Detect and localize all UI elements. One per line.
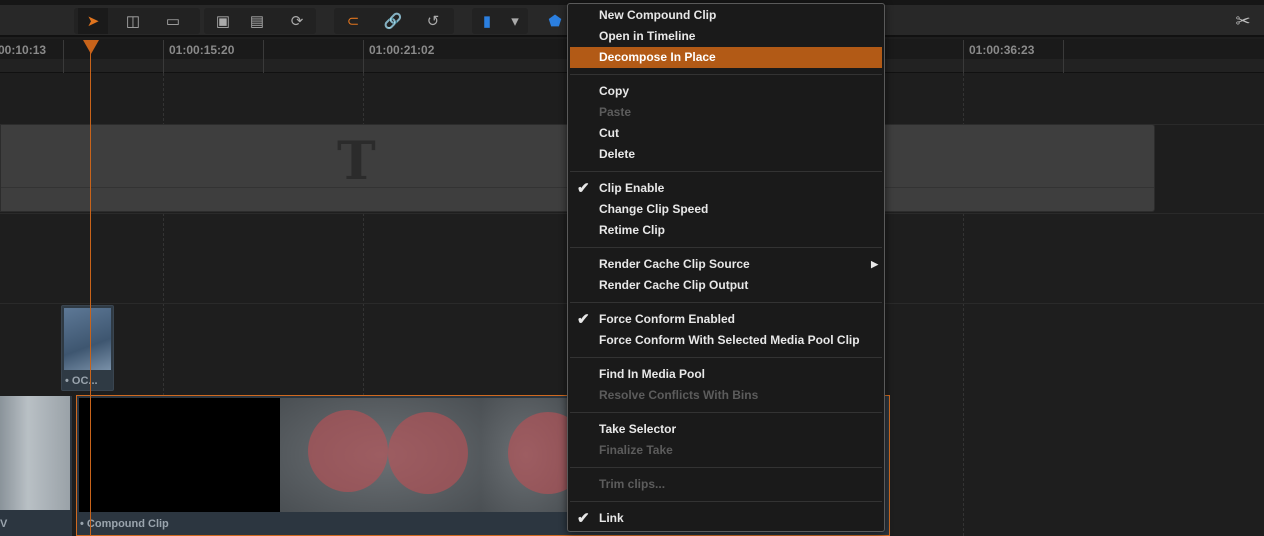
menu-item-render-cache-clip-output[interactable]: Render Cache Clip Output [570, 275, 882, 296]
menu-item-new-compound-clip[interactable]: New Compound Clip [570, 5, 882, 26]
clip-thumbnail [481, 398, 588, 512]
menu-item-find-in-media-pool[interactable]: Find In Media Pool [570, 364, 882, 385]
overwrite-clip-icon[interactable]: ▤ [242, 8, 272, 34]
menu-item-trim-clips[interactable]: Trim clips... [570, 474, 882, 495]
context-menu: New Compound Clip Open in Timeline Decompo… [567, 3, 885, 532]
menu-item-retime-clip[interactable]: Retime Clip [570, 220, 882, 241]
clip-thumbnail [79, 398, 280, 512]
timecode-label: 01:00:15:20 [169, 43, 235, 57]
linked-selection-icon[interactable]: 🔗 [378, 8, 408, 34]
menu-separator [570, 171, 882, 172]
insert-clip-icon[interactable]: ▣ [208, 8, 238, 34]
menu-separator [570, 302, 882, 303]
menu-item-clip-enable[interactable]: ✔ Clip Enable [570, 178, 882, 199]
menu-item-label: New Compound Clip [599, 8, 717, 22]
flag-icon[interactable]: ▮ [472, 8, 502, 34]
timecode-label: 00:10:13 [0, 43, 47, 57]
menu-item-decompose-in-place[interactable]: Decompose In Place [570, 47, 882, 68]
selection-arrow-icon[interactable]: ➤ [78, 8, 108, 34]
menu-item-label: Render Cache Clip Output [599, 278, 749, 292]
menu-item-cut[interactable]: Cut [570, 123, 882, 144]
trim-edit-icon[interactable]: ◫ [118, 8, 148, 34]
menu-separator [570, 74, 882, 75]
submenu-arrow-icon: ▶ [871, 259, 878, 269]
ruler-tick [1063, 40, 1064, 73]
menu-item-label: Paste [599, 105, 632, 119]
playhead-handle[interactable] [83, 40, 99, 54]
clip-thumbnail [280, 398, 481, 512]
ruler-tick [963, 40, 964, 73]
title-text-icon: T [337, 131, 376, 192]
loop-icon[interactable]: ↺ [418, 8, 448, 34]
menu-separator [570, 412, 882, 413]
checkmark-icon: ✔ [577, 510, 590, 527]
checkmark-icon: ✔ [577, 180, 590, 197]
menu-item-label: Take Selector [599, 422, 677, 436]
timecode-label: 01:00:21:02 [369, 43, 435, 57]
menu-item-label: Cut [599, 126, 619, 140]
menu-item-change-clip-speed[interactable]: Change Clip Speed [570, 199, 882, 220]
marker-icon[interactable]: ⬟ [540, 8, 570, 34]
menu-item-label: Link [599, 511, 624, 525]
menu-item-render-cache-clip-source[interactable]: Render Cache Clip Source ▶ [570, 254, 882, 275]
menu-item-label: Delete [599, 147, 636, 161]
ruler-tick [363, 40, 364, 73]
razor-blade-icon[interactable]: ▭ [158, 8, 188, 34]
menu-separator [570, 467, 882, 468]
timecode-label: 01:00:36:23 [969, 43, 1035, 57]
menu-item-label: Finalize Take [599, 443, 673, 457]
ruler-tick [263, 40, 264, 73]
video-clip-oc[interactable]: • OC... [61, 305, 114, 391]
menu-item-label: Retime Clip [599, 223, 666, 237]
menu-separator [570, 501, 882, 502]
ruler-tick [163, 40, 164, 73]
menu-item-label: Open in Timeline [599, 29, 696, 43]
menu-item-delete[interactable]: Delete [570, 144, 882, 165]
menu-item-copy[interactable]: Copy [570, 81, 882, 102]
menu-item-paste[interactable]: Paste [570, 102, 882, 123]
menu-separator [570, 247, 882, 248]
menu-item-label: Decompose In Place [599, 50, 716, 64]
checkmark-icon: ✔ [577, 311, 590, 328]
menu-item-label: Force Conform With Selected Media Pool C… [599, 333, 860, 347]
snapping-magnet-icon[interactable]: ⊂ [338, 8, 368, 34]
video-clip-left[interactable]: V [0, 396, 72, 536]
replace-clip-icon[interactable]: ⟳ [282, 8, 312, 34]
tools-icon[interactable]: ✂ [1228, 8, 1258, 34]
menu-item-label: Resolve Conflicts With Bins [599, 388, 759, 402]
clip-label: • Compound Clip [80, 518, 169, 530]
menu-item-label: Copy [599, 84, 629, 98]
menu-item-open-in-timeline[interactable]: Open in Timeline [570, 26, 882, 47]
menu-item-take-selector[interactable]: Take Selector [570, 419, 882, 440]
menu-item-label: Render Cache Clip Source [599, 257, 750, 271]
menu-item-force-conform-enabled[interactable]: ✔ Force Conform Enabled [570, 309, 882, 330]
flag-dropdown-icon[interactable]: ▾ [500, 8, 530, 34]
clip-label: V [0, 518, 8, 530]
menu-item-link[interactable]: ✔ Link [570, 508, 882, 529]
menu-item-label: Find In Media Pool [599, 367, 705, 381]
menu-item-label: Force Conform Enabled [599, 312, 736, 326]
clip-label: • OC... [65, 375, 98, 387]
menu-item-finalize-take[interactable]: Finalize Take [570, 440, 882, 461]
menu-item-label: Clip Enable [599, 181, 665, 195]
playhead-line[interactable] [90, 40, 91, 536]
menu-item-label: Change Clip Speed [599, 202, 709, 216]
ruler-tick [63, 40, 64, 73]
menu-item-force-conform-with-selected-media-pool-clip[interactable]: Force Conform With Selected Media Pool C… [570, 330, 882, 351]
clip-thumbnail [0, 396, 70, 510]
clip-thumbnail [64, 308, 111, 370]
menu-separator [570, 357, 882, 358]
menu-item-label: Trim clips... [599, 477, 666, 491]
menu-item-resolve-conflicts-with-bins[interactable]: Resolve Conflicts With Bins [570, 385, 882, 406]
